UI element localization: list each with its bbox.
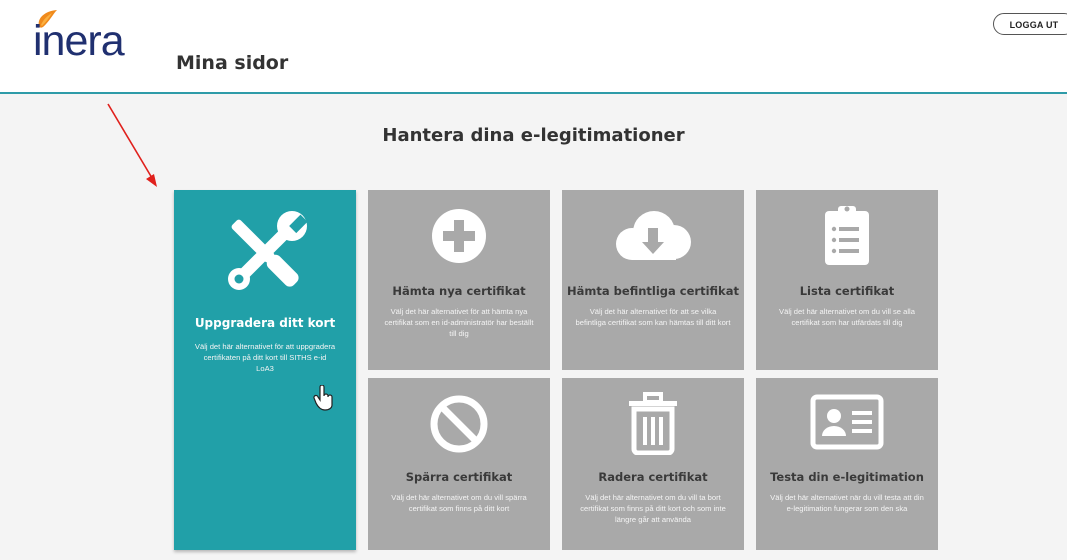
- plus-circle-icon: [432, 209, 486, 263]
- tile-title: Spärra certifikat: [405, 470, 513, 484]
- tile-delete-certificates[interactable]: Radera certifikat Välj det här alternati…: [562, 378, 744, 550]
- tile-upgrade-card[interactable]: Uppgradera ditt kort Välj det här altern…: [174, 190, 356, 550]
- tile-description: Välj det här alternativet om du vill ta …: [580, 493, 726, 524]
- tile-description: Välj det här alternativet om du vill se …: [779, 307, 915, 327]
- tile-title: Radera certifikat: [598, 470, 708, 484]
- tile-title: Lista certifikat: [799, 284, 895, 298]
- cloud-download-icon: [616, 211, 691, 260]
- tile-test-e-identification[interactable]: Testa din e-legitimation Välj det här al…: [756, 378, 938, 550]
- page-heading: Hantera dina e-legitimationer: [382, 125, 685, 146]
- tile-revoke-certificates[interactable]: Spärra certifikat Välj det här alternati…: [368, 378, 550, 550]
- logout-button[interactable]: LOGGA UT: [993, 13, 1067, 35]
- tile-title: Testa din e-legitimation: [770, 470, 924, 484]
- clipboard-list-icon: [825, 206, 869, 265]
- page-header: inera Mina sidor LOGGA UT: [0, 0, 1067, 94]
- tile-fetch-existing-certificates[interactable]: Hämta befintliga certifikat Välj det här…: [562, 190, 744, 370]
- inera-logo[interactable]: inera: [33, 8, 133, 78]
- logo-text: inera: [33, 17, 125, 65]
- tools-icon: [228, 211, 308, 290]
- ban-icon: [430, 395, 488, 453]
- site-title: Mina sidor: [176, 52, 289, 74]
- annotation-arrow: [107, 103, 157, 187]
- hand-pointer-cursor-icon: [313, 385, 333, 411]
- tile-description: Välj det här alternativet när du vill te…: [770, 493, 924, 513]
- tile-fetch-new-certificates[interactable]: Hämta nya certifikat Välj det här altern…: [368, 190, 550, 370]
- tile-title: Uppgradera ditt kort: [194, 316, 336, 330]
- tile-description: Välj det här alternativet för att se vil…: [575, 307, 731, 327]
- tile-title: Hämta nya certifikat: [392, 284, 526, 298]
- tile-list-certificates[interactable]: Lista certifikat Välj det här alternativ…: [756, 190, 938, 370]
- tile-description: Välj det här alternativet för att uppgra…: [194, 342, 336, 373]
- tile-title: Hämta befintliga certifikat: [567, 284, 739, 298]
- tile-description: Välj det här alternativet för att hämta …: [384, 307, 534, 338]
- trash-icon: [629, 392, 677, 455]
- id-card-icon: [810, 394, 884, 450]
- tile-description: Välj det här alternativet om du vill spä…: [391, 493, 527, 513]
